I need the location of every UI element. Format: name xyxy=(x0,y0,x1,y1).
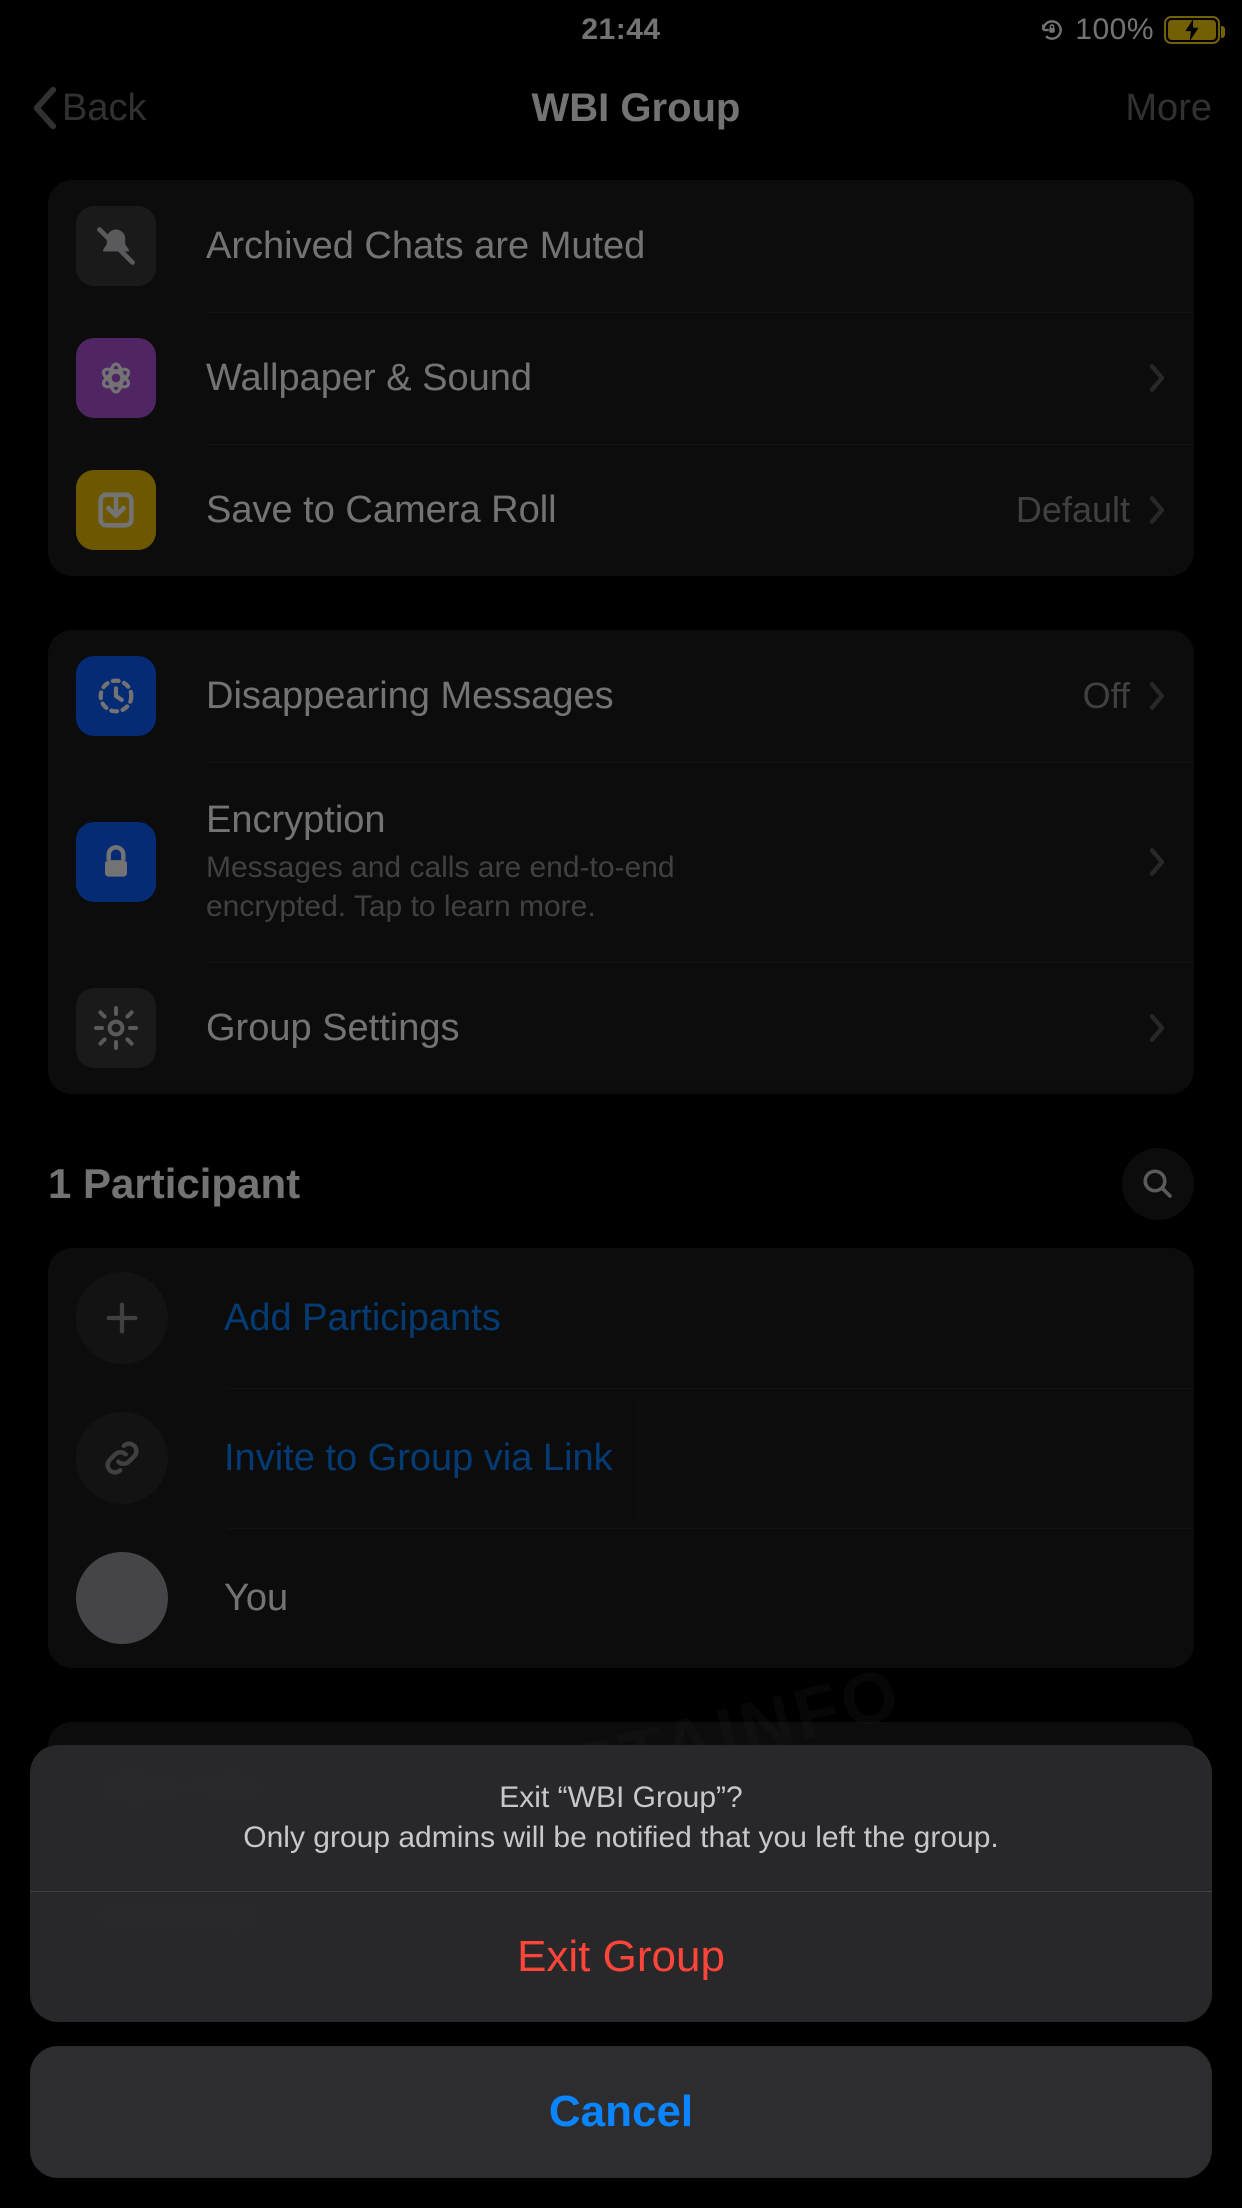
sheet-exit-group-button[interactable]: Exit Group xyxy=(30,1892,1212,2022)
sheet-message: Only group admins will be notified that … xyxy=(78,1821,1164,1855)
sheet-title: Exit “WBI Group”? xyxy=(78,1781,1164,1815)
sheet-cancel-button[interactable]: Cancel xyxy=(30,2046,1212,2178)
action-sheet: Exit “WBI Group”? Only group admins will… xyxy=(30,1745,1212,2178)
sheet-header: Exit “WBI Group”? Only group admins will… xyxy=(30,1745,1212,1891)
button-label: Cancel xyxy=(549,2087,693,2137)
button-label: Exit Group xyxy=(517,1932,725,1982)
